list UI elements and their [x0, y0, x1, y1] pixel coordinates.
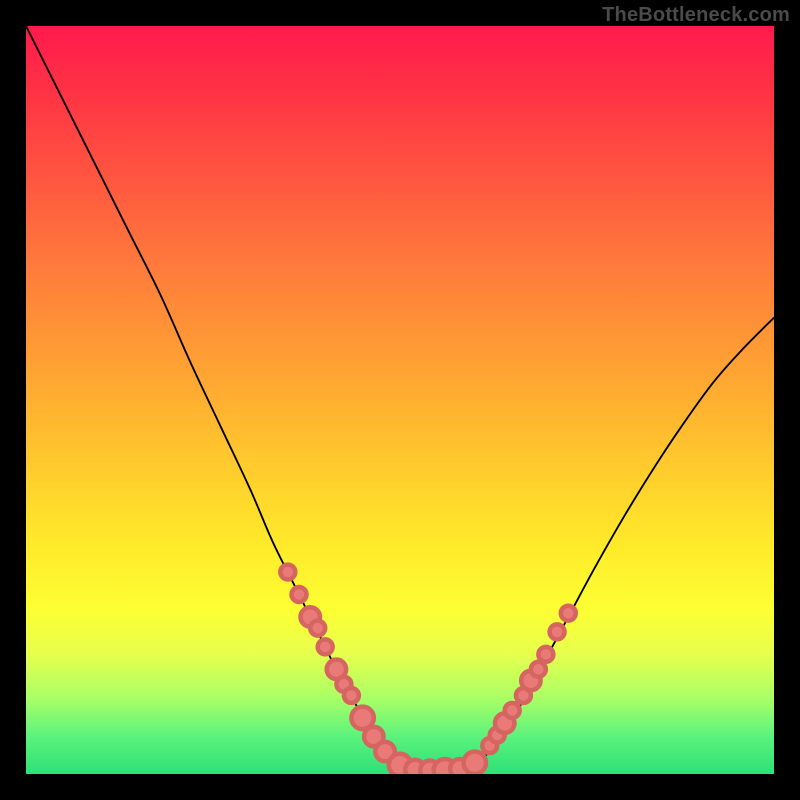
plot-area: [26, 26, 774, 774]
marker-dot: [310, 621, 325, 636]
marker-dot: [531, 662, 546, 677]
marker-dot: [561, 606, 576, 621]
marker-group: [280, 565, 575, 774]
marker-dot: [344, 688, 359, 703]
marker-dot: [505, 703, 520, 718]
marker-dot: [464, 752, 486, 774]
chart-svg: [26, 26, 774, 774]
marker-dot: [538, 647, 553, 662]
curve-left-branch: [26, 26, 407, 768]
marker-dot: [280, 565, 295, 580]
marker-dot: [318, 639, 333, 654]
chart-frame: TheBottleneck.com: [0, 0, 800, 800]
marker-dot: [292, 587, 307, 602]
watermark-text: TheBottleneck.com: [602, 4, 790, 27]
marker-dot: [550, 624, 565, 639]
